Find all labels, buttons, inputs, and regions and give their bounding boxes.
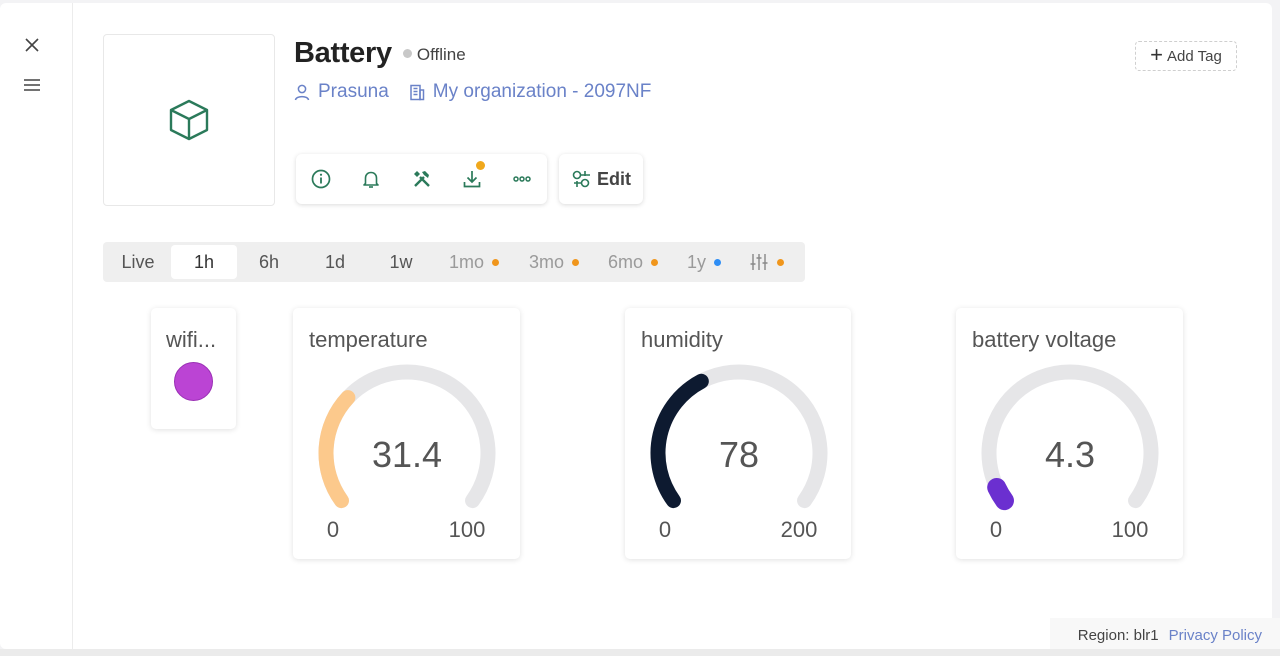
- add-tag-button[interactable]: + Add Tag: [1135, 41, 1237, 71]
- range-1w[interactable]: 1w: [371, 245, 431, 279]
- gauge-value: 78: [719, 434, 759, 475]
- gauge-value-arc: [987, 477, 1014, 511]
- gauge-min-label: 0: [327, 517, 339, 542]
- range-label: Live: [121, 251, 155, 272]
- range-dot: [776, 258, 784, 266]
- range-dot: [714, 258, 721, 266]
- gauge-value: 31.4: [372, 434, 442, 475]
- range-label: 1h: [193, 251, 215, 272]
- range-1d[interactable]: 1d: [305, 245, 365, 279]
- range-1h[interactable]: 1h: [171, 245, 237, 279]
- owner-link[interactable]: Prasuna: [294, 81, 389, 103]
- range-label: 1y: [686, 251, 706, 272]
- range-custom[interactable]: [740, 245, 792, 279]
- close-icon[interactable]: [20, 33, 44, 57]
- range-label: 1mo: [448, 251, 484, 272]
- range-label: 6mo: [607, 251, 643, 272]
- meta-row: Prasuna My organization - 2097NF: [294, 81, 651, 103]
- range-label: 6h: [258, 251, 280, 272]
- gauge-max-label: 200: [781, 517, 818, 542]
- more-icon[interactable]: [508, 165, 536, 193]
- gauge-value: 4.3: [1045, 434, 1095, 475]
- gauge-min-label: 0: [990, 517, 1002, 542]
- organization-name: My organization - 2097NF: [432, 81, 652, 102]
- bottom-scroll-band: [0, 649, 1280, 656]
- edit-label: Edit: [597, 168, 631, 189]
- page-title: Battery: [294, 37, 392, 69]
- range-1mo[interactable]: 1mo: [440, 245, 508, 279]
- edit-icon: [572, 170, 590, 188]
- device-panel: Battery Offline Prasuna My organization …: [0, 3, 1272, 649]
- gauge-dial: 4.3 0 100: [981, 364, 1159, 542]
- temperature-gauge[interactable]: temperature 31.4 0 100: [293, 308, 520, 559]
- gauge-max-label: 100: [449, 517, 486, 542]
- region-label: Region: blr1: [1077, 627, 1159, 644]
- gauge-value-arc: [650, 373, 709, 509]
- humidity-gauge[interactable]: humidity 78 0 200: [625, 308, 851, 559]
- range-label: 3mo: [528, 251, 564, 272]
- gauge-max-label: 100: [1112, 517, 1149, 542]
- notification-dot: [476, 161, 485, 170]
- add-tag-label: Add Tag: [1167, 47, 1222, 65]
- menu-icon[interactable]: [20, 73, 44, 97]
- wifi-status-indicator: [174, 362, 213, 401]
- download-icon[interactable]: [458, 161, 486, 193]
- gauge-dial: 31.4 0 100: [318, 364, 496, 542]
- cube-icon: [169, 99, 209, 141]
- plus-icon: +: [1150, 42, 1164, 67]
- footer: Region: blr1 Privacy Policy: [1078, 627, 1262, 644]
- time-range-selector: Live 1h 6h 1d 1w 1mo 3mo 6mo 1y: [103, 242, 805, 282]
- bell-icon[interactable]: [357, 165, 385, 193]
- title-row: Battery Offline: [294, 37, 466, 70]
- battery-voltage-gauge[interactable]: battery voltage 4.3 0 100: [956, 308, 1183, 559]
- range-dot: [651, 258, 658, 266]
- gauge-value-arc: [318, 390, 356, 509]
- range-live[interactable]: Live: [111, 245, 165, 279]
- gauge-min-label: 0: [659, 517, 671, 542]
- range-1y[interactable]: 1y: [676, 245, 732, 279]
- edit-button[interactable]: Edit: [559, 154, 643, 204]
- range-6h[interactable]: 6h: [239, 245, 299, 279]
- range-3mo[interactable]: 3mo: [520, 245, 588, 279]
- widget-title: wifi...: [166, 327, 217, 352]
- range-dot: [492, 258, 499, 266]
- info-icon[interactable]: [307, 165, 335, 193]
- range-label: 1w: [389, 251, 413, 272]
- sliders-icon: [750, 254, 767, 270]
- user-icon: [294, 84, 310, 100]
- privacy-policy-link[interactable]: Privacy Policy: [1169, 627, 1262, 644]
- left-rail: [0, 3, 73, 649]
- status-badge: Offline: [416, 44, 466, 64]
- owner-name: Prasuna: [318, 81, 389, 102]
- range-label: 1d: [324, 251, 346, 272]
- building-icon: [410, 84, 425, 100]
- range-6mo[interactable]: 6mo: [599, 245, 667, 279]
- device-image: [103, 34, 275, 206]
- tools-icon[interactable]: [408, 165, 436, 193]
- range-dot: [572, 258, 579, 266]
- organization-link[interactable]: My organization - 2097NF: [409, 81, 652, 103]
- gauge-dial: 78 0 200: [650, 364, 828, 542]
- status-dot: [402, 49, 412, 58]
- device-toolbar: [296, 154, 547, 204]
- wifi-widget[interactable]: wifi...: [151, 308, 236, 429]
